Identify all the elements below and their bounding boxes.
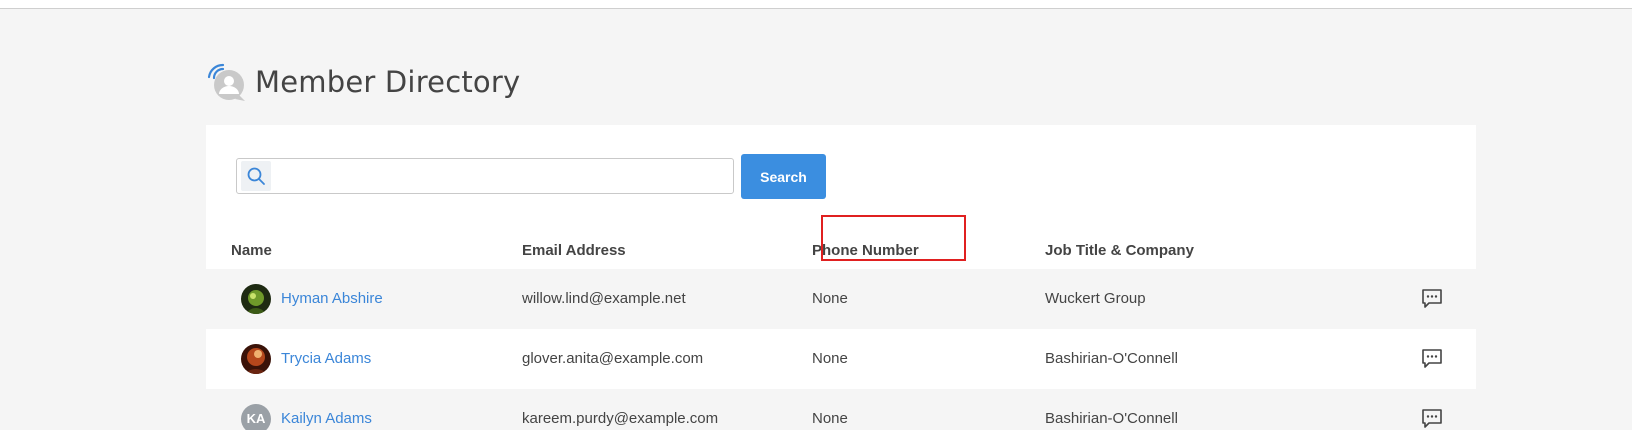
member-name-link[interactable]: Trycia Adams [281, 329, 371, 389]
member-email: kareem.purdy@example.com [522, 410, 719, 427]
message-icon[interactable] [1421, 348, 1443, 370]
member-email: willow.lind@example.net [522, 290, 686, 307]
directory-card: Search Name Email Address Phone Number J… [206, 125, 1476, 430]
search-box[interactable] [236, 158, 734, 194]
search-icon [241, 161, 271, 191]
table-row: KA Kailyn Adams kareem.purdy@example.com… [206, 389, 1476, 430]
page-title: Member Directory [255, 65, 521, 99]
avatar [241, 344, 271, 374]
member-phone: None [812, 350, 848, 367]
column-header-name[interactable]: Name [231, 233, 272, 269]
member-company: Wuckert Group [1045, 290, 1146, 307]
member-email: glover.anita@example.com [522, 350, 704, 367]
column-header-job-company[interactable]: Job Title & Company [1045, 233, 1194, 269]
message-icon[interactable] [1421, 288, 1443, 310]
avatar-initials: KA [241, 404, 271, 430]
table-row: Trycia Adams glover.anita@example.com No… [206, 329, 1476, 389]
top-bar [0, 0, 1632, 9]
member-directory-icon [207, 63, 245, 101]
member-company: Bashirian-O'Connell [1045, 410, 1178, 427]
member-company: Bashirian-O'Connell [1045, 350, 1178, 367]
page-header: Member Directory [205, 60, 520, 104]
member-phone: None [812, 290, 848, 307]
member-name-link[interactable]: Kailyn Adams [281, 389, 372, 430]
table-row: Hyman Abshire willow.lind@example.net No… [206, 269, 1476, 329]
member-phone: None [812, 410, 848, 427]
column-header-email[interactable]: Email Address [522, 233, 626, 269]
avatar [241, 284, 271, 314]
search-button[interactable]: Search [741, 154, 826, 199]
member-name-link[interactable]: Hyman Abshire [281, 269, 383, 329]
highlight-box [821, 215, 966, 261]
search-input[interactable] [271, 161, 733, 191]
message-icon[interactable] [1421, 408, 1443, 430]
